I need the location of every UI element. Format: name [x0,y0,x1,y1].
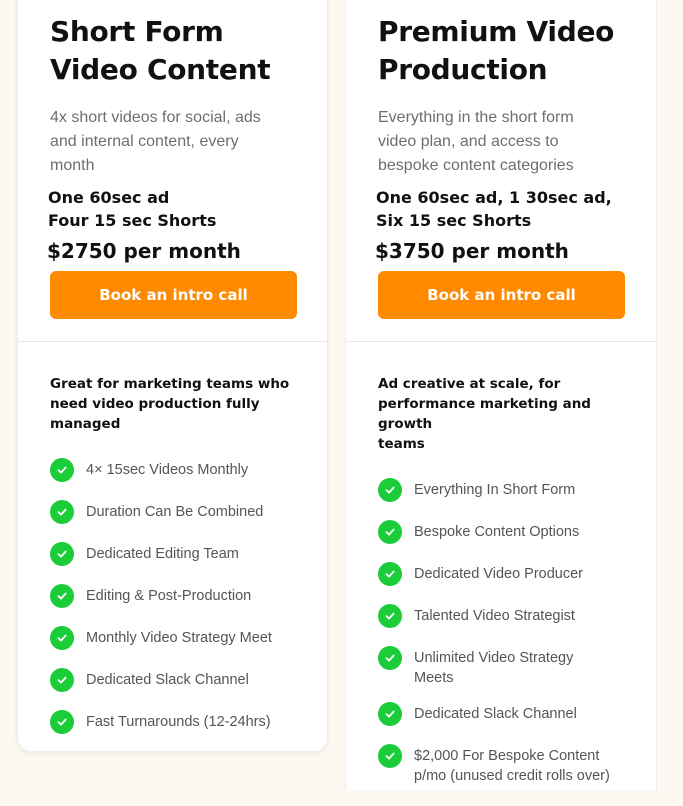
feature-text: Talented Video Strategist [414,608,575,624]
plan-audience: Great for marketing teams who need video… [50,376,290,432]
feature-item: Duration Can Be Combined [50,500,307,524]
check-circle-icon [50,710,74,734]
feature-item: Unlimited Video Strategy Meets [378,646,636,688]
book-intro-call-button[interactable]: Book an intro call [50,271,297,319]
plan-price: $3750 per month [375,239,569,263]
feature-item: Dedicated Slack Channel [50,668,307,692]
feature-item: Talented Video Strategist [378,604,636,628]
feature-item: Dedicated Video Producer [378,562,636,586]
plan-card-short-form: Short Form Video Content 4x short videos… [17,0,328,752]
feature-text: Editing & Post-Production [86,588,252,604]
check-circle-icon [378,702,402,726]
check-circle-icon [378,478,402,502]
feature-list: 4× 15sec Videos Monthly Duration Can Be … [50,458,307,734]
check-circle-icon [50,626,74,650]
plan-description: 4x short videos for social, ads and inte… [50,109,261,174]
feature-item: Dedicated Slack Channel [378,702,636,726]
feature-item: Everything In Short Form [378,478,636,502]
check-circle-icon [50,668,74,692]
feature-text: Dedicated Slack Channel [86,672,249,688]
plan-title: Premium Video Production [378,15,615,86]
plan-audience: Ad creative at scale, for performance ma… [378,376,591,452]
divider [346,341,656,342]
feature-text: Dedicated Slack Channel [414,706,577,722]
feature-item: Fast Turnarounds (12-24hrs) [50,710,307,734]
feature-text: Monthly Video Strategy Meet [86,630,272,646]
plan-deliverables: One 60sec ad, 1 30sec ad, Six 15 sec Sho… [376,188,612,230]
check-circle-icon [378,744,402,768]
divider [18,341,327,342]
plan-title: Short Form Video Content [50,15,271,86]
check-circle-icon [50,542,74,566]
check-circle-icon [378,562,402,586]
feature-text: 4× 15sec Videos Monthly [86,462,249,478]
feature-list: Everything In Short Form Bespoke Content… [378,478,636,786]
check-circle-icon [50,584,74,608]
plan-card-premium: Premium Video Production Everything in t… [345,0,657,790]
feature-text: Dedicated Video Producer [414,566,584,582]
plan-description: Everything in the short form video plan,… [378,109,574,174]
feature-text: Bespoke Content Options [414,524,580,540]
feature-item: $2,000 For Bespoke Content p/mo (unused … [378,744,636,786]
feature-item: Bespoke Content Options [378,520,636,544]
feature-text: Unlimited Video Strategy Meets [414,650,574,686]
feature-item: Editing & Post-Production [50,584,307,608]
feature-text: Dedicated Editing Team [86,546,239,562]
plan-deliverables: One 60sec ad Four 15 sec Shorts [48,188,217,230]
feature-text: Everything In Short Form [414,482,576,498]
book-intro-call-button[interactable]: Book an intro call [378,271,625,319]
feature-item: Monthly Video Strategy Meet [50,626,307,650]
feature-text: $2,000 For Bespoke Content p/mo (unused … [414,748,610,784]
check-circle-icon [378,646,402,670]
plan-price: $2750 per month [47,239,241,263]
check-circle-icon [378,520,402,544]
feature-item: 4× 15sec Videos Monthly [50,458,307,482]
check-circle-icon [50,458,74,482]
feature-text: Fast Turnarounds (12-24hrs) [86,714,271,730]
feature-item: Dedicated Editing Team [50,542,307,566]
feature-text: Duration Can Be Combined [86,504,264,520]
check-circle-icon [378,604,402,628]
check-circle-icon [50,500,74,524]
